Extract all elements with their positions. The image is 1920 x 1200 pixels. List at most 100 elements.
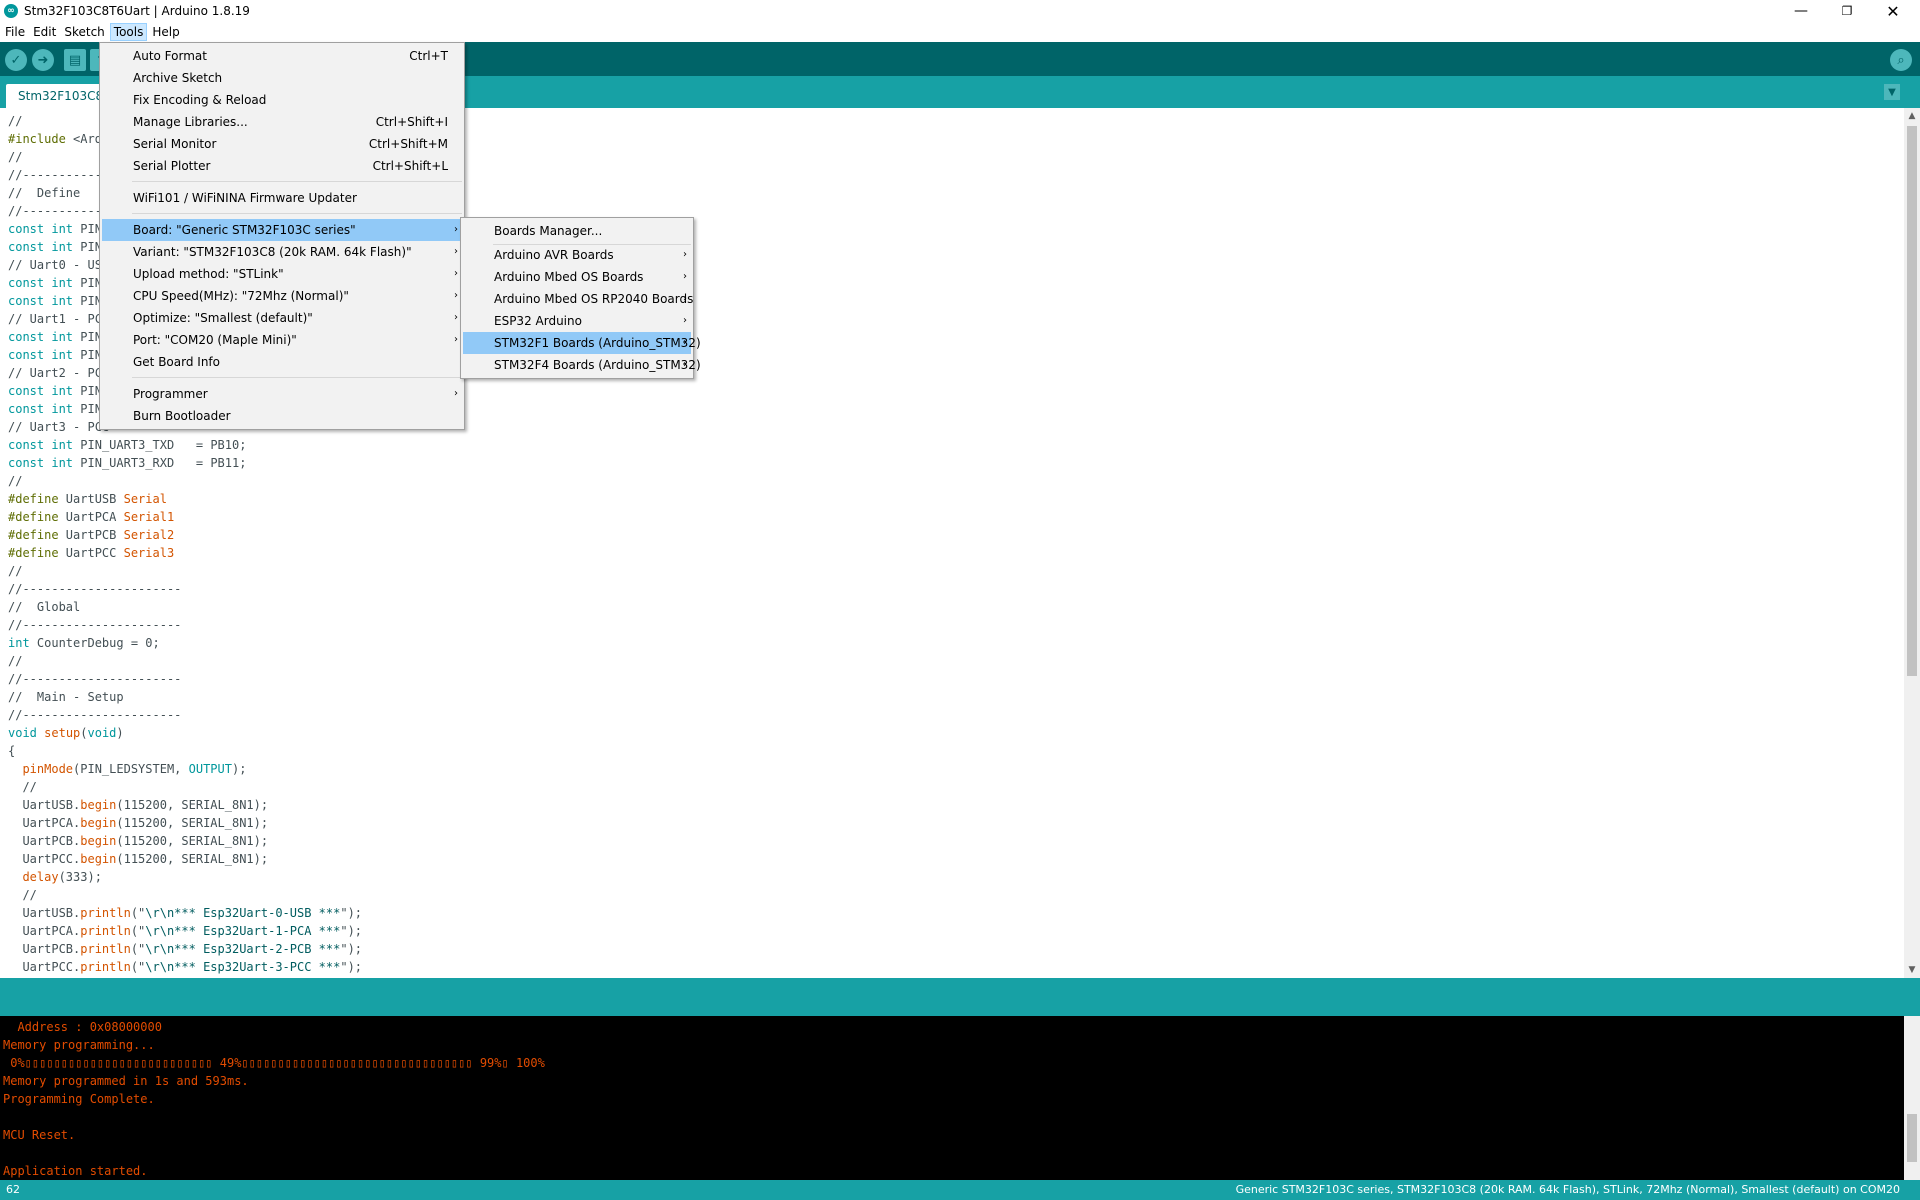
minimize-icon[interactable]: — <box>1778 0 1824 22</box>
code-line[interactable]: UartPCB.println("\r\n*** Esp32Uart-2-PCB… <box>8 940 362 958</box>
chevron-right-icon: › <box>683 249 687 260</box>
close-icon[interactable]: ✕ <box>1870 0 1916 22</box>
menu-separator <box>132 377 462 378</box>
board-info: Generic STM32F103C series, STM32F103C8 (… <box>1235 1183 1900 1196</box>
console-divider[interactable] <box>0 978 1920 1016</box>
code-line[interactable]: UartPCA.println("\r\n*** Esp32Uart-1-PCA… <box>8 922 362 940</box>
menu-item-archive-sketch[interactable]: Archive Sketch <box>102 67 462 89</box>
editor-scrollbar[interactable]: ▲ ▼ <box>1904 108 1920 978</box>
code-line[interactable]: UartPCB.begin(115200, SERIAL_8N1); <box>8 832 362 850</box>
arduino-logo-icon: ∞ <box>4 4 18 18</box>
menu-item-upload-method[interactable]: Upload method: "STLink" › <box>102 263 462 285</box>
menu-item-board[interactable]: Board: "Generic STM32F103C series" › <box>102 219 462 241</box>
menu-item-cpu-speed[interactable]: CPU Speed(MHz): "72Mhz (Normal)" › <box>102 285 462 307</box>
menu-item-programmer[interactable]: Programmer › <box>102 383 462 405</box>
code-line[interactable]: #define UartUSB Serial <box>8 490 362 508</box>
menu-item-arduino-mbed[interactable]: Arduino Mbed OS Boards › <box>463 266 691 288</box>
menu-item-arduino-mbed-rp2040[interactable]: Arduino Mbed OS RP2040 Boards › <box>463 288 693 310</box>
console-line: Application started. <box>3 1164 148 1178</box>
code-line[interactable]: UartUSB.begin(115200, SERIAL_8N1); <box>8 796 362 814</box>
menu-sketch[interactable]: Sketch <box>61 23 107 41</box>
menu-item-stm32f1-boards[interactable]: STM32F1 Boards (Arduino_STM32) › <box>463 332 701 354</box>
new-icon[interactable]: ▤ <box>64 49 86 71</box>
menu-item-auto-format[interactable]: Auto Format Ctrl+T <box>102 45 462 67</box>
menu-item-arduino-avr[interactable]: Arduino AVR Boards › <box>463 244 691 266</box>
code-line[interactable]: delay(333); <box>8 868 362 886</box>
console-line: Memory programming... <box>3 1038 155 1052</box>
code-line[interactable]: void setup(void) <box>8 724 362 742</box>
code-line[interactable]: int CounterDebug = 0; <box>8 634 362 652</box>
chevron-right-icon: › <box>454 334 458 345</box>
restore-icon[interactable]: ❐ <box>1824 0 1870 22</box>
code-line[interactable]: //---------------------- <box>8 580 362 598</box>
menu-item-serial-monitor[interactable]: Serial Monitor Ctrl+Shift+M <box>102 133 462 155</box>
code-line[interactable]: #define UartPCB Serial2 <box>8 526 362 544</box>
code-line[interactable]: // <box>8 562 362 580</box>
console-line: Programming Complete. <box>3 1092 155 1106</box>
code-line[interactable]: // <box>8 652 362 670</box>
chevron-right-icon: › <box>454 388 458 399</box>
menu-item-fix-encoding[interactable]: Fix Encoding & Reload <box>102 89 462 111</box>
menu-item-boards-manager[interactable]: Boards Manager... <box>463 220 691 242</box>
board-submenu: Boards Manager... Arduino AVR Boards › Ar… <box>460 217 701 379</box>
menu-item-firmware-updater[interactable]: WiFi101 / WiFiNINA Firmware Updater <box>102 187 462 209</box>
editor-scroll-thumb[interactable] <box>1907 126 1917 676</box>
code-line[interactable]: //---------------------- <box>8 616 362 634</box>
code-line[interactable]: pinMode(PIN_LEDSYSTEM, OUTPUT); <box>8 760 362 778</box>
console-line: Memory programmed in 1s and 593ms. <box>3 1074 249 1088</box>
menu-separator <box>132 213 462 214</box>
code-line[interactable]: // Main - Setup <box>8 688 362 706</box>
menu-item-port[interactable]: Port: "COM20 (Maple Mini)" › <box>102 329 462 351</box>
code-line[interactable]: UartPCC.println("\r\n*** Esp32Uart-3-PCC… <box>8 958 362 976</box>
status-bar: 62 Generic STM32F103C series, STM32F103C… <box>0 1180 1920 1200</box>
menu-item-get-board-info[interactable]: Get Board Info <box>102 351 462 373</box>
menu-item-optimize[interactable]: Optimize: "Smallest (default)" › <box>102 307 462 329</box>
code-line[interactable]: UartUSB.println("\r\n*** Esp32Uart-0-USB… <box>8 904 362 922</box>
code-line[interactable]: #define UartPCA Serial1 <box>8 508 362 526</box>
code-line[interactable]: //---------------------- <box>8 706 362 724</box>
code-line[interactable]: // <box>8 886 362 904</box>
chevron-right-icon: › <box>683 315 687 326</box>
code-line[interactable]: const int PIN_UART3_TXD = PB10; <box>8 436 362 454</box>
code-line[interactable]: //---------------------- <box>8 670 362 688</box>
console-line: MCU Reset. <box>3 1128 76 1142</box>
code-line[interactable]: // <box>8 778 362 796</box>
menu-file[interactable]: File <box>2 23 28 41</box>
console-scroll-thumb[interactable] <box>1907 1114 1917 1162</box>
menu-item-burn-bootloader[interactable]: Burn Bootloader <box>102 405 462 427</box>
chevron-down-icon[interactable]: ▼ <box>1884 84 1900 100</box>
console-output[interactable]: Address : 0x08000000 Memory programming..… <box>0 1016 1904 1180</box>
console-line: Address : 0x08000000 <box>3 1020 162 1034</box>
chevron-right-icon: › <box>683 359 687 370</box>
menu-tools[interactable]: Tools <box>109 23 148 41</box>
code-line[interactable]: { <box>8 742 362 760</box>
serial-monitor-button[interactable]: ⌕ <box>1890 49 1912 71</box>
menu-item-variant[interactable]: Variant: "STM32F103C8 (20k RAM. 64k Flas… <box>102 241 462 263</box>
menu-item-serial-plotter[interactable]: Serial Plotter Ctrl+Shift+L <box>102 155 462 177</box>
tools-menu: Auto Format Ctrl+T Archive Sketch Fix Enc… <box>99 42 465 430</box>
title-bar: ∞ Stm32F103C8T6Uart | Arduino 1.8.19 — ❐… <box>0 0 1920 22</box>
code-line[interactable]: // Global <box>8 598 362 616</box>
code-line[interactable]: const int PIN_UART3_RXD = PB11; <box>8 454 362 472</box>
magnifier-icon: ⌕ <box>1897 52 1905 68</box>
scroll-up-icon[interactable]: ▲ <box>1904 108 1920 124</box>
menu-separator <box>132 181 462 182</box>
menu-item-esp32-arduino[interactable]: ESP32 Arduino › <box>463 310 691 332</box>
code-line[interactable]: #define UartPCC Serial3 <box>8 544 362 562</box>
menu-help[interactable]: Help <box>149 23 182 41</box>
verify-icon[interactable]: ✓ <box>5 49 27 71</box>
menu-edit[interactable]: Edit <box>30 23 59 41</box>
code-line[interactable]: UartPCA.begin(115200, SERIAL_8N1); <box>8 814 362 832</box>
upload-icon[interactable]: ➜ <box>32 49 54 71</box>
chevron-right-icon: › <box>454 246 458 257</box>
code-line[interactable]: UartPCC.begin(115200, SERIAL_8N1); <box>8 850 362 868</box>
chevron-right-icon: › <box>454 268 458 279</box>
menu-item-manage-libraries[interactable]: Manage Libraries... Ctrl+Shift+I <box>102 111 462 133</box>
menu-item-stm32f4-boards[interactable]: STM32F4 Boards (Arduino_STM32) › <box>463 354 701 376</box>
scroll-down-icon[interactable]: ▼ <box>1904 962 1920 978</box>
console-scrollbar[interactable] <box>1904 1016 1920 1180</box>
chevron-right-icon: › <box>454 312 458 323</box>
code-line[interactable]: // <box>8 472 362 490</box>
